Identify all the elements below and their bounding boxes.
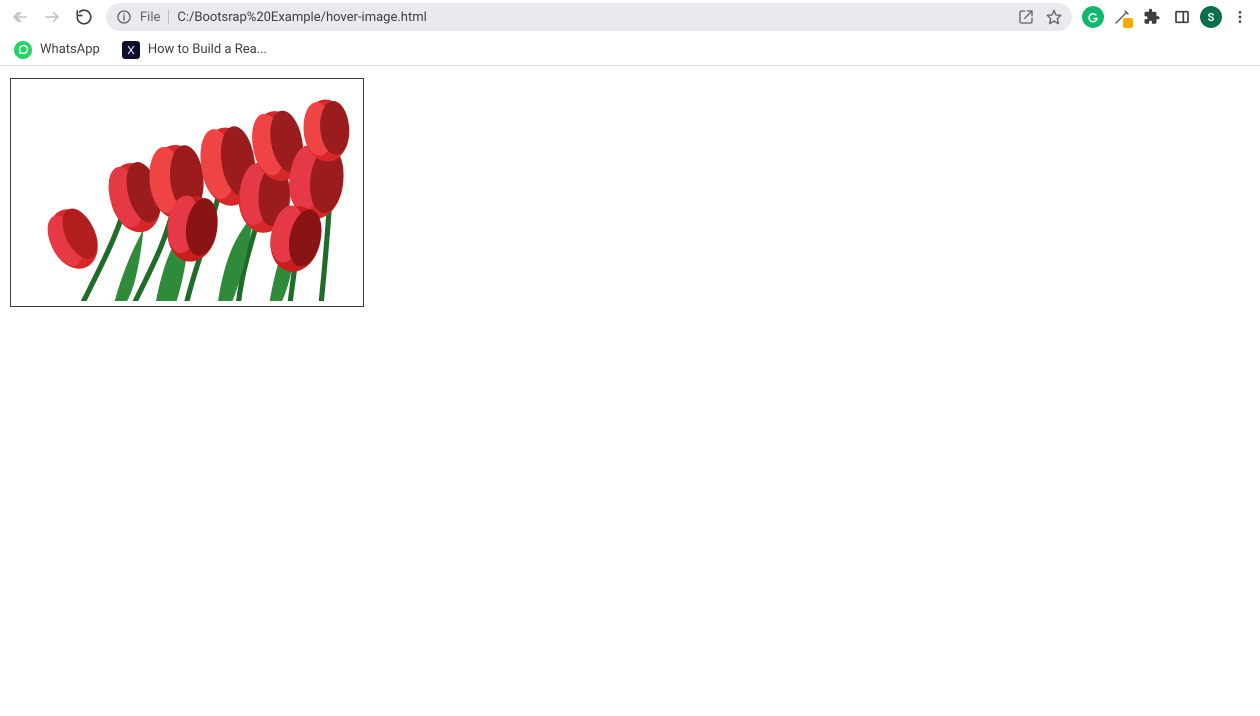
pinned-extension-icon[interactable]	[1110, 5, 1134, 29]
omnibox-divider	[168, 10, 169, 24]
puzzle-icon	[1143, 8, 1161, 26]
reload-icon	[75, 8, 93, 26]
reload-button[interactable]	[70, 3, 98, 31]
tulip-image	[16, 84, 358, 301]
bookmark-label: WhatsApp	[40, 42, 100, 57]
grammarly-extension-icon[interactable]	[1082, 6, 1104, 28]
kebab-menu-icon	[1232, 9, 1248, 25]
omnibox[interactable]: File C:/Bootsrap%20Example/hover-image.h…	[106, 3, 1072, 31]
bookmark-whatsapp[interactable]: WhatsApp	[10, 39, 104, 61]
bookmarks-bar: WhatsApp How to Build a Rea...	[0, 34, 1260, 66]
whatsapp-icon	[14, 41, 32, 59]
share-icon	[1018, 9, 1034, 25]
chrome-menu-button[interactable]	[1228, 5, 1252, 29]
profile-avatar[interactable]: S	[1200, 6, 1222, 28]
star-icon	[1046, 9, 1062, 25]
toolbar-actions: S	[1082, 5, 1254, 29]
site-info-icon[interactable]	[116, 9, 132, 25]
react-site-icon	[122, 41, 140, 59]
url-text: C:/Bootsrap%20Example/hover-image.html	[177, 10, 1006, 25]
extensions-button[interactable]	[1140, 5, 1164, 29]
url-scheme-label: File	[140, 10, 160, 25]
arrow-left-icon	[11, 8, 29, 26]
arrow-right-icon	[43, 8, 61, 26]
bookmark-star-button[interactable]	[1046, 9, 1062, 25]
browser-toolbar: File C:/Bootsrap%20Example/hover-image.h…	[0, 0, 1260, 34]
forward-button[interactable]	[38, 3, 66, 31]
grammarly-g-icon	[1087, 11, 1099, 23]
bookmark-label: How to Build a Rea...	[148, 42, 267, 57]
profile-initial: S	[1208, 11, 1215, 24]
side-panel-button[interactable]	[1170, 5, 1194, 29]
panel-icon	[1174, 9, 1190, 25]
back-button[interactable]	[6, 3, 34, 31]
page-content	[0, 66, 1260, 319]
extension-badge-icon	[1123, 18, 1133, 28]
hover-image-frame[interactable]	[10, 78, 364, 307]
share-button[interactable]	[1018, 9, 1034, 25]
bookmark-how-to-build[interactable]: How to Build a Rea...	[118, 39, 271, 61]
